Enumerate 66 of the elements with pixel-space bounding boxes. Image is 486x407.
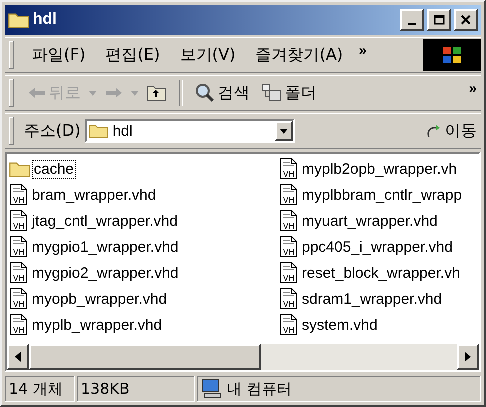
file-name[interactable]: ppc405_i_wrapper.vhd (300, 238, 455, 256)
vhd-file-icon: VH (279, 158, 299, 180)
folder-icon (9, 160, 31, 178)
vhd-file-icon: VH (9, 262, 29, 284)
vhd-file-icon: VH (9, 314, 29, 336)
left-arrow-icon (15, 352, 21, 362)
go-arrow-icon (426, 123, 442, 139)
file-name[interactable]: mygpio2_wrapper.vhd (30, 264, 181, 282)
close-icon (461, 15, 471, 25)
zone-label: 내 컴퓨터 (227, 380, 292, 398)
search-button[interactable]: 검색 (191, 80, 254, 106)
file-name[interactable]: reset_block_wrapper.vh (300, 264, 462, 282)
folder-icon (88, 123, 109, 139)
window-title: hdl (33, 11, 58, 29)
computer-icon (201, 379, 223, 399)
maximize-button[interactable] (427, 9, 451, 31)
maximize-icon (434, 15, 444, 25)
go-button[interactable]: 이동 (422, 118, 481, 144)
vhd-file-icon: VH (279, 262, 299, 284)
vhd-file-icon: VH (279, 314, 299, 336)
total-size: 138KB (77, 376, 195, 402)
menu-item[interactable]: 즐겨찾기(A) (248, 42, 352, 68)
more-toolbar-button[interactable]: » (465, 80, 481, 96)
address-label: 주소(D) (24, 120, 81, 142)
file-name[interactable]: mygpio1_wrapper.vhd (30, 238, 181, 256)
vhd-file-icon: VH (279, 288, 299, 310)
folders-icon (262, 84, 282, 102)
vhd-file-icon: VH (279, 236, 299, 258)
more-menu-button[interactable]: » (355, 42, 371, 58)
scroll-right-button[interactable] (457, 344, 479, 370)
forward-arrow-icon (105, 87, 123, 99)
back-arrow-icon (28, 87, 46, 99)
file-name[interactable]: myplb_wrapper.vhd (30, 316, 164, 334)
vhd-file-icon: VH (9, 210, 29, 232)
file-name[interactable]: myuart_wrapper.vhd (300, 212, 440, 230)
folder-icon (8, 11, 30, 29)
vhd-file-icon: VH (9, 236, 29, 258)
horizontal-scrollbar[interactable] (7, 344, 479, 370)
file-name[interactable]: jtag_cntl_wrapper.vhd (30, 212, 180, 230)
file-name[interactable]: bram_wrapper.vhd (30, 186, 158, 204)
search-icon (195, 83, 215, 103)
vhd-file-icon: VH (9, 288, 29, 310)
object-count: 14 개체 (5, 376, 75, 402)
dropdown-button[interactable] (274, 121, 293, 141)
minimize-button[interactable] (400, 9, 424, 31)
minimize-icon (408, 23, 416, 25)
menu-item[interactable]: 편집(E) (98, 42, 168, 68)
vhd-file-icon: VH (279, 184, 299, 206)
close-button[interactable] (454, 9, 478, 31)
address-field[interactable]: hdl (84, 119, 295, 143)
windows-logo (423, 39, 481, 71)
menu-item[interactable]: 보기(V) (172, 42, 244, 68)
file-name[interactable]: myplbbram_cntlr_wrapp (300, 186, 464, 204)
vhd-file-icon: VH (279, 210, 299, 232)
menu-item[interactable]: 파일(F) (24, 42, 94, 68)
right-arrow-icon (465, 352, 471, 362)
file-name[interactable]: sdram1_wrapper.vhd (300, 290, 444, 308)
caret-icon (280, 128, 288, 134)
vhd-file-icon: VH (9, 184, 29, 206)
file-name[interactable]: system.vhd (300, 316, 380, 334)
file-name[interactable]: cache (32, 160, 76, 178)
scrollbar-thumb[interactable] (29, 344, 261, 370)
folders-button[interactable]: 폴더 (258, 80, 321, 106)
scroll-left-button[interactable] (7, 344, 29, 370)
file-name[interactable]: myopb_wrapper.vhd (30, 290, 170, 308)
file-name[interactable]: myplb2opb_wrapper.vh (300, 160, 460, 178)
